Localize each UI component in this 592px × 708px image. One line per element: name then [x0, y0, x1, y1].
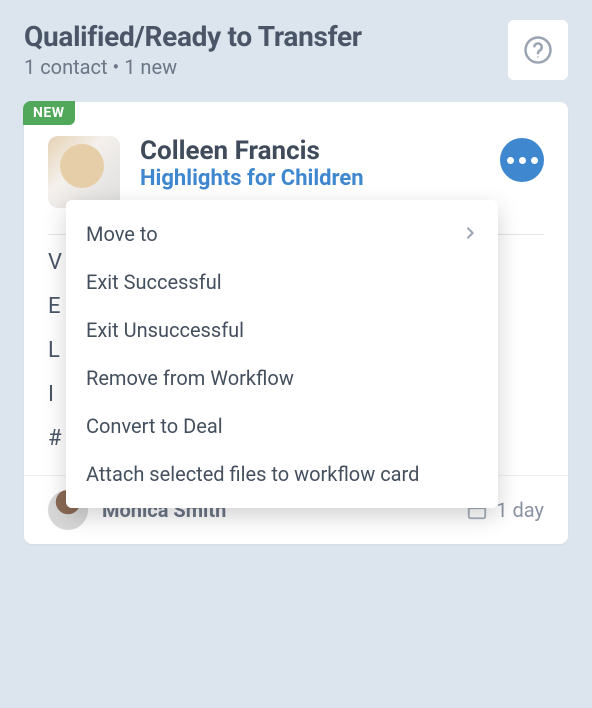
menu-item-exit-successful[interactable]: Exit Successful	[66, 258, 498, 306]
menu-item-label: Exit Unsuccessful	[86, 318, 244, 342]
menu-item-convert-to-deal[interactable]: Convert to Deal	[66, 402, 498, 450]
contact-avatar[interactable]	[48, 136, 120, 208]
menu-item-move-to[interactable]: Move to	[66, 210, 498, 258]
dots-icon	[519, 157, 526, 164]
stage-duration-text: 1 day	[496, 498, 544, 522]
contact-name: Colleen Francis	[140, 136, 364, 166]
stage-title-block: Qualified/Ready to Transfer 1 contact • …	[24, 20, 362, 79]
card-header: Colleen Francis Highlights for Children	[24, 102, 568, 216]
menu-item-remove-from-workflow[interactable]: Remove from Workflow	[66, 354, 498, 402]
stage-subtitle: 1 contact • 1 new	[24, 55, 362, 79]
dots-icon	[531, 157, 538, 164]
menu-item-label: Attach selected files to workflow card	[86, 462, 419, 486]
card-actions-button[interactable]	[500, 138, 544, 182]
contact-identity: Colleen Francis Highlights for Children	[140, 136, 364, 191]
dots-icon	[507, 157, 514, 164]
stage-header: Qualified/Ready to Transfer 1 contact • …	[24, 20, 568, 80]
menu-item-attach-files[interactable]: Attach selected files to workflow card	[66, 450, 498, 498]
menu-item-label: Remove from Workflow	[86, 366, 294, 390]
chevron-right-icon	[462, 222, 478, 246]
menu-item-exit-unsuccessful[interactable]: Exit Unsuccessful	[66, 306, 498, 354]
contact-company-link[interactable]: Highlights for Children	[140, 166, 364, 191]
menu-item-label: Exit Successful	[86, 270, 222, 294]
menu-item-label: Move to	[86, 222, 158, 246]
help-icon	[523, 35, 553, 65]
stage-title: Qualified/Ready to Transfer	[24, 20, 362, 53]
help-button[interactable]	[508, 20, 568, 80]
card-actions-menu: Move to Exit Successful Exit Unsuccessfu…	[66, 200, 498, 508]
menu-item-label: Convert to Deal	[86, 414, 223, 438]
